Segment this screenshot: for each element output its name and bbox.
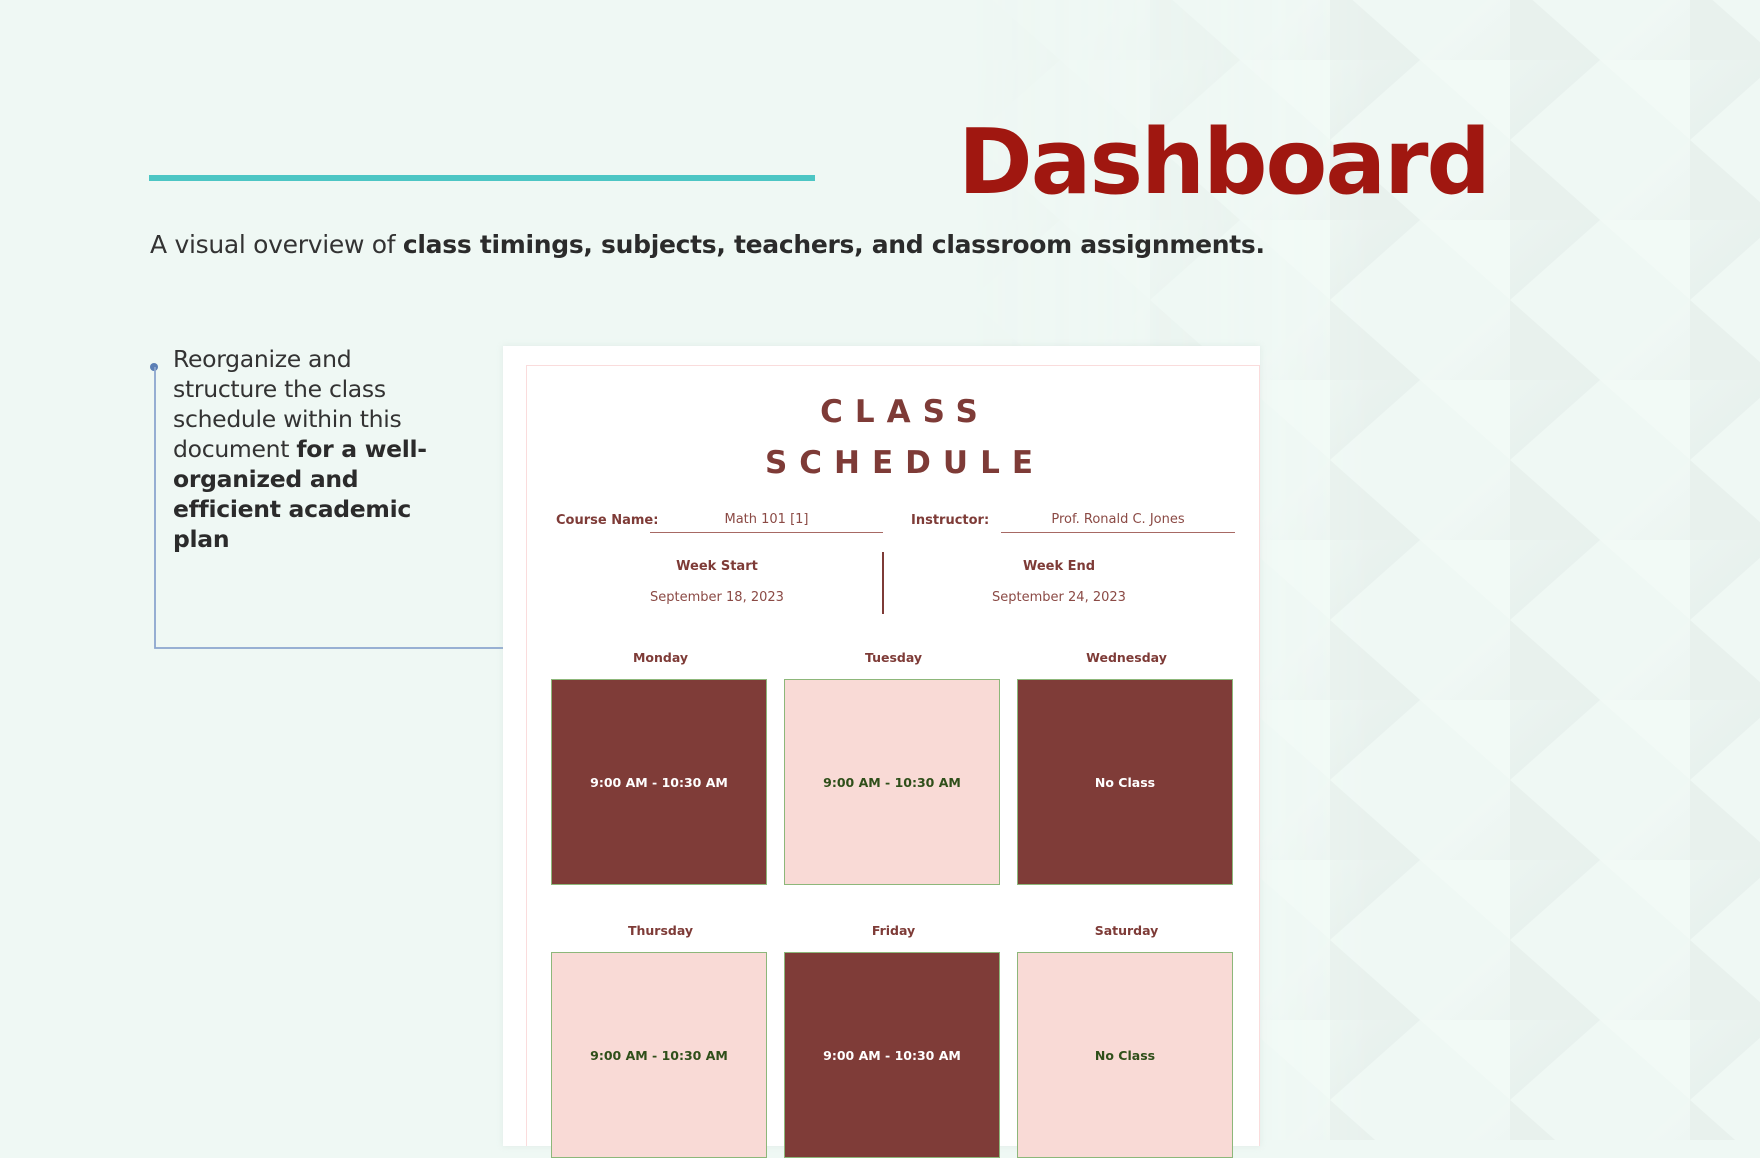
day-box-wednesday[interactable]: No Class — [1017, 679, 1233, 885]
course-name-label: Course Name: — [556, 513, 659, 528]
subtitle-plain: A visual overview of — [150, 230, 403, 259]
day-label-saturday: Saturday — [1094, 923, 1159, 938]
doc-title-line2: SCHEDULE — [764, 445, 1046, 481]
day-label-tuesday: Tuesday — [864, 650, 923, 665]
document-preview: CLASS SCHEDULE Course Name: Math 101 [1]… — [503, 346, 1260, 1158]
time-slot: 9:00 AM - 10:30 AM — [590, 774, 728, 790]
week-start-label: Week Start — [676, 559, 758, 574]
page-title: Dashboard — [958, 110, 1491, 215]
document-page: CLASS SCHEDULE Course Name: Math 101 [1]… — [526, 365, 1260, 1158]
instructor-label: Instructor: — [911, 513, 990, 528]
connector-dot — [150, 363, 158, 371]
week-end-label: Week End — [1022, 559, 1096, 574]
day-box-friday[interactable]: 9:00 AM - 10:30 AM — [784, 952, 1000, 1158]
time-slot: 9:00 AM - 10:30 AM — [823, 774, 961, 790]
subtitle-bold: class timings, subjects, teachers, and c… — [402, 230, 1265, 259]
day-label-friday: Friday — [871, 923, 916, 938]
time-slot: No Class — [1094, 1047, 1156, 1063]
week-end-date[interactable]: September 24, 2023 — [949, 590, 1169, 605]
time-slot: 9:00 AM - 10:30 AM — [590, 1047, 728, 1063]
page-subtitle: A visual overview of class timings, subj… — [150, 229, 1265, 261]
day-label-thursday: Thursday — [627, 923, 694, 938]
instructor-field[interactable]: Prof. Ronald C. Jones — [1001, 510, 1235, 533]
day-box-saturday[interactable]: No Class — [1017, 952, 1233, 1158]
doc-title-line1: CLASS — [820, 394, 990, 430]
day-box-monday[interactable]: 9:00 AM - 10:30 AM — [551, 679, 767, 885]
course-name-field[interactable]: Math 101 [1] — [650, 510, 883, 533]
callout-note: Reorganize and structure the class sched… — [173, 344, 443, 554]
week-start-date[interactable]: September 18, 2023 — [607, 590, 827, 605]
day-box-thursday[interactable]: 9:00 AM - 10:30 AM — [551, 952, 767, 1158]
header-accent-rule — [149, 175, 815, 181]
day-box-tuesday[interactable]: 9:00 AM - 10:30 AM — [784, 679, 1000, 885]
time-slot: No Class — [1094, 774, 1156, 790]
day-label-monday: Monday — [632, 650, 689, 665]
time-slot: 9:00 AM - 10:30 AM — [823, 1047, 961, 1063]
day-label-wednesday: Wednesday — [1086, 650, 1167, 665]
week-divider — [882, 552, 884, 614]
